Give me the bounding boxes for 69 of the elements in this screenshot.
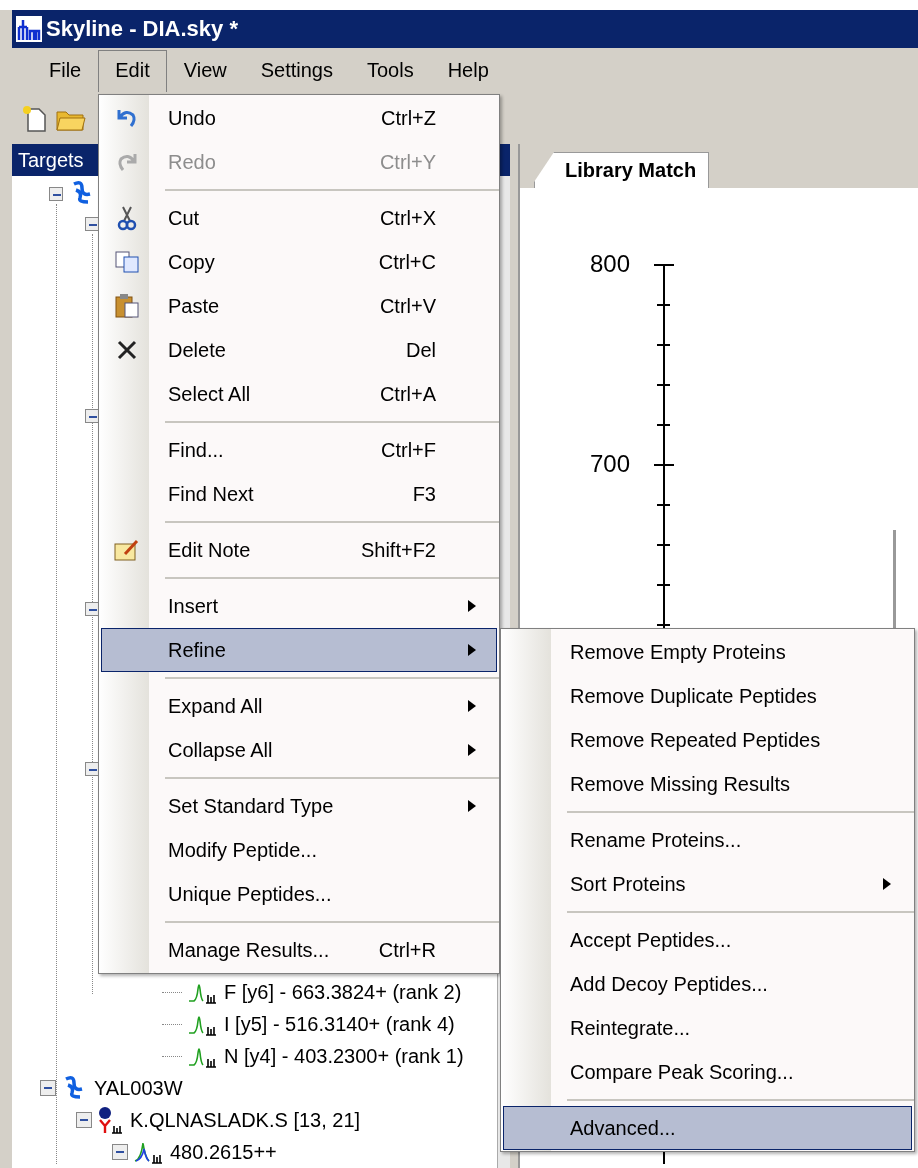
redo-icon [115, 151, 139, 173]
axis-tick-label: 700 [590, 450, 631, 478]
peptide-icon [98, 1106, 124, 1134]
expand-toggle[interactable] [76, 1112, 92, 1128]
submenu-caret-icon [468, 700, 476, 712]
panel-title: Targets [18, 148, 84, 172]
menu-option[interactable]: Manage Results... Ctrl+R [101, 928, 497, 972]
menu-option[interactable]: Refine [101, 628, 497, 672]
menu-option[interactable]: Paste Ctrl+V [101, 284, 497, 328]
protein-icon [70, 180, 92, 204]
expand-toggle[interactable] [85, 409, 99, 423]
menu-item[interactable]: Edit [98, 50, 167, 92]
menu-item[interactable]: Settings [243, 49, 350, 93]
menu-option[interactable]: Remove Missing Results [503, 762, 912, 806]
menu-option[interactable]: Copy Ctrl+C [101, 240, 497, 284]
menu-option[interactable]: Remove Empty Proteins [503, 630, 912, 674]
menu-option[interactable]: Remove Duplicate Peptides [503, 674, 912, 718]
menu-option[interactable]: Rename Proteins... [503, 818, 912, 862]
menu-option[interactable]: Cut Ctrl+X [101, 196, 497, 240]
app-logo-icon [16, 16, 42, 42]
menu-option[interactable]: Remove Repeated Peptides [503, 718, 912, 762]
menu-option[interactable]: Add Decoy Peptides... [503, 962, 912, 1006]
tree-node-label[interactable]: F [y6] - 663.3824+ (rank 2) [224, 980, 462, 1004]
delete-icon [116, 339, 138, 361]
submenu-caret-icon [468, 644, 476, 656]
axis-tick-label: 800 [590, 250, 631, 278]
new-document-icon[interactable] [22, 105, 48, 133]
menu-item[interactable]: Help [430, 49, 506, 93]
tree-node-label[interactable]: 480.2615++ [170, 1140, 277, 1164]
menu-option[interactable]: Insert [101, 584, 497, 628]
tree-node-label[interactable]: K.QLNASLADK.S [13, 21] [130, 1108, 361, 1132]
menu-option[interactable]: Undo Ctrl+Z [101, 96, 497, 140]
menu-item[interactable]: File [32, 49, 99, 93]
menu-option[interactable]: Accept Peptides... [503, 918, 912, 962]
expand-toggle[interactable] [49, 187, 63, 201]
menu-item[interactable]: Tools [349, 49, 431, 93]
menu-option[interactable]: Set Standard Type [101, 784, 497, 828]
menu-option[interactable]: Find... Ctrl+F [101, 428, 497, 472]
menu-option[interactable]: Find Next F3 [101, 472, 497, 516]
menu-option[interactable]: Collapse All [101, 728, 497, 772]
menu-option[interactable]: Expand All [101, 684, 497, 728]
menu-option[interactable]: Select All Ctrl+A [101, 372, 497, 416]
submenu-caret-icon [883, 878, 891, 890]
menu-option[interactable]: Modify Peptide... [101, 828, 497, 872]
menu-option[interactable]: Reintegrate... [503, 1006, 912, 1050]
menu-option[interactable]: Sort Proteins [503, 862, 912, 906]
expand-toggle[interactable] [85, 762, 99, 776]
copy-icon [114, 250, 140, 274]
scissors-icon [117, 205, 137, 231]
submenu-caret-icon [468, 800, 476, 812]
tree-node-label[interactable]: N [y4] - 403.2300+ (rank 1) [224, 1044, 464, 1068]
expand-toggle[interactable] [85, 602, 99, 616]
submenu-caret-icon [468, 600, 476, 612]
expand-toggle[interactable] [112, 1144, 128, 1160]
graph-tab[interactable]: Library Match [534, 152, 710, 188]
menu-option[interactable]: Compare Peak Scoring... [503, 1050, 912, 1094]
tree-node-label[interactable]: YAL003W [94, 1076, 183, 1100]
submenu-caret-icon [468, 744, 476, 756]
clipboard-icon [114, 293, 140, 319]
menu-option[interactable]: Delete Del [101, 328, 497, 372]
expand-toggle[interactable] [40, 1080, 56, 1096]
menu-option[interactable]: Advanced... [503, 1106, 912, 1150]
menu-item[interactable]: View [166, 49, 244, 93]
menu-option[interactable]: Unique Peptides... [101, 872, 497, 916]
window-title: Skyline - DIA.sky * [46, 16, 238, 42]
edit-note-icon [113, 538, 141, 562]
expand-toggle[interactable] [85, 217, 99, 231]
tree-node-label[interactable]: I [y5] - 516.3140+ (rank 4) [224, 1012, 455, 1036]
menu-option[interactable]: Edit Note Shift+F2 [101, 528, 497, 572]
